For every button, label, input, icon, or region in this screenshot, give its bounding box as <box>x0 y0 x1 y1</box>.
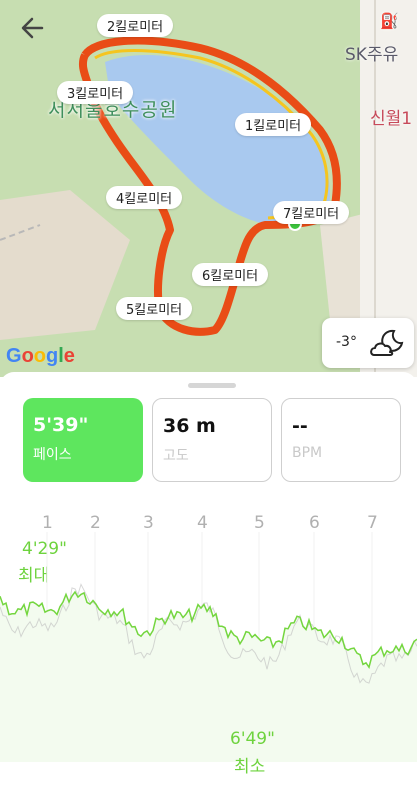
min-pace-label: 최소 <box>234 757 266 777</box>
route-map[interactable]: 서서울호수공원 SK주유 신월1 ⛽ 2킬로미터 3킬로미터 1킬로미터 4킬로… <box>0 0 417 377</box>
altitude-card[interactable]: 36 m 고도 <box>152 398 272 482</box>
arrow-left-icon <box>21 17 44 39</box>
pace-card[interactable]: 5'39" 페이스 <box>23 398 143 482</box>
weather-widget[interactable]: -3° <box>322 318 414 368</box>
km-marker-3: 3킬로미터 <box>57 81 134 104</box>
km-marker-5: 5킬로미터 <box>116 297 193 320</box>
altitude-label: 고도 <box>163 448 189 464</box>
km-marker-2: 2킬로미터 <box>97 14 174 37</box>
km-marker-7: 7킬로미터 <box>273 201 350 224</box>
gas-station-label: SK주유 <box>345 45 399 65</box>
heart-rate-card[interactable]: -- BPM <box>281 398 401 482</box>
moon-cloud-icon <box>370 329 404 356</box>
station-label: 신월1 <box>370 109 413 129</box>
drag-handle[interactable] <box>188 383 236 388</box>
gas-station-icon: ⛽ <box>380 12 399 30</box>
heart-rate-label: BPM <box>292 445 323 461</box>
pace-value: 5'39" <box>33 414 89 436</box>
km-marker-4: 4킬로미터 <box>106 186 183 209</box>
min-pace-value: 6'49" <box>230 729 275 749</box>
google-logo: Google <box>6 345 75 367</box>
heart-rate-value: -- <box>292 415 308 437</box>
pace-label: 페이스 <box>33 447 72 463</box>
back-button[interactable] <box>18 13 48 43</box>
km-marker-6: 6킬로미터 <box>192 263 269 286</box>
km-marker-1: 1킬로미터 <box>235 113 312 136</box>
temperature-label: -3° <box>336 334 357 350</box>
pace-chart[interactable] <box>0 502 417 762</box>
altitude-value: 36 m <box>163 415 216 437</box>
stats-sheet: 5'39" 페이스 36 m 고도 -- BPM 1 2 3 4 5 6 7 4… <box>0 372 417 791</box>
